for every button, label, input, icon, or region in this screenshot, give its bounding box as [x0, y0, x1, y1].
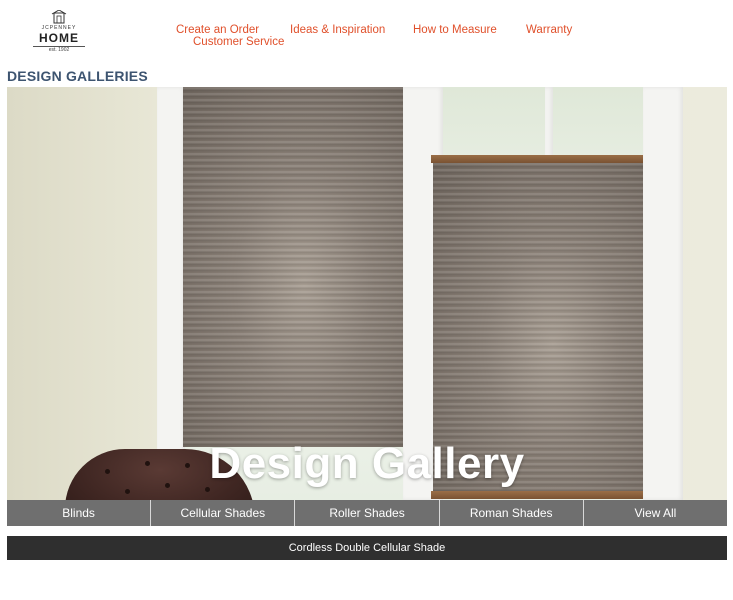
hero-heading: Design Gallery: [209, 439, 525, 488]
hero-image: Design Gallery: [7, 87, 727, 500]
nav-warranty[interactable]: Warranty: [526, 24, 572, 36]
nav-create-order[interactable]: Create an Order: [176, 24, 259, 36]
category-view-all[interactable]: View All: [582, 500, 727, 526]
jcpenney-home-logo[interactable]: JCPENNEY HOME est. 1902: [33, 10, 85, 54]
logo-established: est. 1902: [48, 47, 70, 53]
shade-top-rail: [431, 155, 653, 163]
category-blinds[interactable]: Blinds: [7, 500, 150, 526]
nav-ideas-inspiration[interactable]: Ideas & Inspiration: [290, 24, 385, 36]
house-logo-icon: [51, 10, 67, 24]
logo-brand-main: HOME: [33, 31, 85, 47]
nav-how-to-measure[interactable]: How to Measure: [413, 24, 497, 36]
left-shade: [183, 87, 403, 447]
category-bar: Blinds Cellular Shades Roller Shades Rom…: [7, 500, 727, 526]
image-caption: Cordless Double Cellular Shade: [7, 536, 727, 560]
page-title: DESIGN GALLERIES: [7, 68, 148, 84]
category-roman-shades[interactable]: Roman Shades: [438, 500, 583, 526]
category-roller-shades[interactable]: Roller Shades: [294, 500, 438, 526]
nav-customer-service[interactable]: Customer Service: [193, 36, 284, 48]
shade-bottom-rail: [431, 491, 653, 499]
category-cellular-shades[interactable]: Cellular Shades: [150, 500, 294, 526]
